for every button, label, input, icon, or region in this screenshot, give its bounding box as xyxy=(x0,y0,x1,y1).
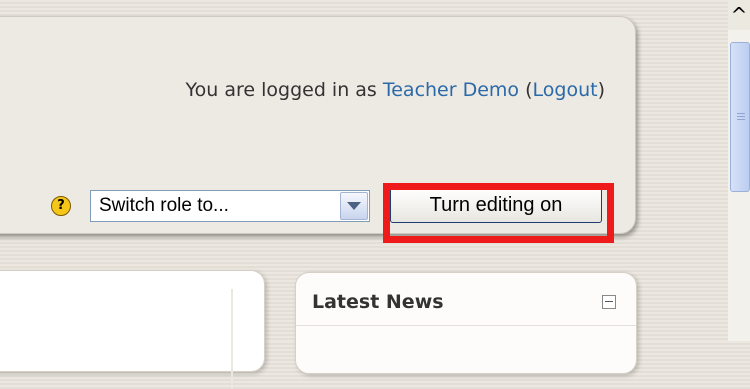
scroll-up-arrow-icon[interactable]: ^ xyxy=(728,0,750,30)
collapse-icon[interactable] xyxy=(602,295,616,309)
chevron-down-icon[interactable] xyxy=(340,192,368,220)
vertical-scrollbar[interactable]: ^ xyxy=(728,0,750,341)
latest-news-block: Latest News xyxy=(295,272,637,374)
switch-role-value: Switch role to... xyxy=(99,195,229,216)
grip-icon xyxy=(737,113,745,121)
switch-role-select[interactable]: Switch role to... xyxy=(90,190,370,222)
login-info: You are logged in as Teacher Demo (Logou… xyxy=(186,79,605,101)
latest-news-header: Latest News xyxy=(296,273,636,326)
left-content-block xyxy=(0,270,265,389)
left-block-inner xyxy=(0,289,233,389)
latest-news-title: Latest News xyxy=(312,291,444,313)
login-prefix: You are logged in as xyxy=(185,79,383,101)
user-profile-link[interactable]: Teacher Demo xyxy=(383,79,519,101)
logout-close-paren: ) xyxy=(597,79,605,101)
logout-open-paren: ( xyxy=(519,79,533,101)
scroll-thumb[interactable] xyxy=(730,42,750,192)
highlight-box xyxy=(383,183,614,243)
help-icon[interactable]: ? xyxy=(51,196,71,216)
logout-link[interactable]: Logout xyxy=(533,79,598,101)
